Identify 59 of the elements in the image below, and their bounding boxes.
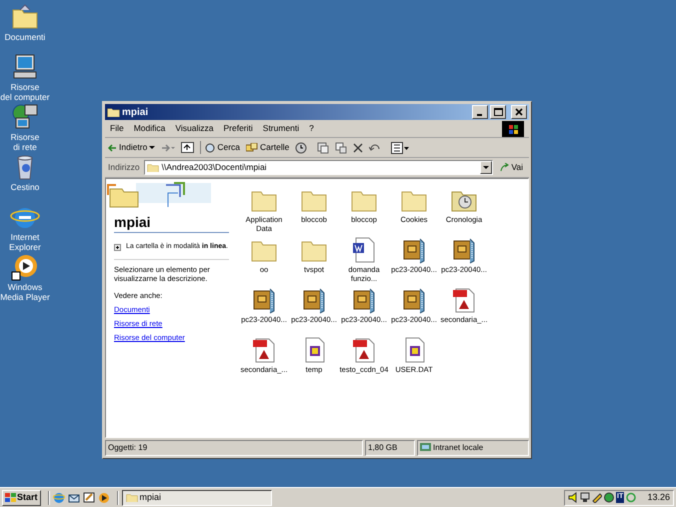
object-count: Oggetti: 19 bbox=[105, 440, 363, 456]
speaker-icon[interactable] bbox=[568, 492, 578, 503]
desktop-icon-label[interactable]: Windows Media Player bbox=[0, 282, 50, 302]
clock: 13.26 bbox=[647, 490, 670, 504]
minimize-button[interactable] bbox=[472, 105, 488, 119]
folder-icon bbox=[107, 106, 120, 118]
search-button[interactable]: Cerca bbox=[200, 141, 240, 154]
windows-logo-icon bbox=[502, 120, 524, 136]
window-title: mpiai bbox=[122, 106, 148, 120]
move-to-icon[interactable] bbox=[317, 142, 330, 154]
back-arrow-icon bbox=[108, 144, 117, 152]
media-player-icon bbox=[10, 252, 40, 282]
views-icon[interactable] bbox=[391, 142, 410, 154]
start-button[interactable]: Start bbox=[2, 490, 41, 506]
go-button[interactable]: Vai bbox=[497, 161, 526, 174]
pencil-icon[interactable] bbox=[592, 492, 602, 503]
back-button[interactable]: Indietro bbox=[108, 141, 156, 154]
size-text: 1,80 GB bbox=[365, 440, 415, 456]
dropdown-button[interactable] bbox=[480, 161, 492, 174]
menu-item[interactable]: Modifica bbox=[134, 122, 166, 135]
desktop-icon-label[interactable]: Cestino bbox=[10, 182, 40, 192]
zone-text: Intranet locale bbox=[433, 442, 484, 454]
caret-icon bbox=[483, 166, 490, 170]
menu-item[interactable]: Strumenti bbox=[262, 122, 300, 135]
folder-heading: mpiai bbox=[114, 214, 229, 233]
menu-item[interactable]: Preferiti bbox=[223, 122, 253, 135]
undo-icon[interactable] bbox=[369, 142, 382, 152]
go-arrow-icon bbox=[500, 163, 510, 172]
maximize-icon bbox=[494, 108, 502, 116]
desktop-icon-label[interactable]: Internet Explorer bbox=[9, 232, 41, 252]
search-icon bbox=[205, 142, 216, 152]
folders-icon bbox=[246, 142, 258, 152]
close-button[interactable] bbox=[511, 105, 527, 119]
address-field[interactable]: \\Andrea2003\Docenti\mpiai bbox=[144, 160, 494, 175]
folder-icon bbox=[146, 162, 159, 172]
task-button[interactable]: mpiai bbox=[122, 490, 272, 506]
up-folder-icon[interactable] bbox=[181, 142, 194, 153]
desktop-icon-label[interactable]: Risorse di rete bbox=[10, 132, 40, 152]
menu-item[interactable]: ? bbox=[309, 122, 314, 135]
folder-icon bbox=[126, 492, 138, 502]
windows-logo-icon bbox=[5, 492, 16, 502]
forward-icon[interactable] bbox=[161, 144, 176, 152]
maximize-button[interactable] bbox=[490, 105, 506, 119]
expand-icon[interactable] bbox=[114, 244, 121, 251]
intranet-icon bbox=[420, 443, 431, 453]
network-icon[interactable] bbox=[580, 492, 590, 503]
menu-item[interactable]: File bbox=[110, 122, 124, 135]
desktop-icon-label[interactable]: Documenti bbox=[4, 32, 46, 42]
close-icon bbox=[515, 108, 523, 116]
delete-icon[interactable] bbox=[353, 142, 364, 152]
mail-icon[interactable] bbox=[68, 492, 80, 504]
caret-icon bbox=[149, 146, 156, 150]
address-label: Indirizzo bbox=[108, 161, 140, 174]
desktop-icon-label[interactable]: Risorse del computer bbox=[0, 82, 50, 102]
folders-button[interactable]: Cartelle bbox=[246, 141, 290, 154]
menu-item[interactable]: Visualizza bbox=[175, 122, 214, 135]
history-icon[interactable] bbox=[295, 142, 308, 154]
media-player-icon[interactable] bbox=[98, 492, 110, 504]
copy-to-icon[interactable] bbox=[335, 142, 348, 154]
